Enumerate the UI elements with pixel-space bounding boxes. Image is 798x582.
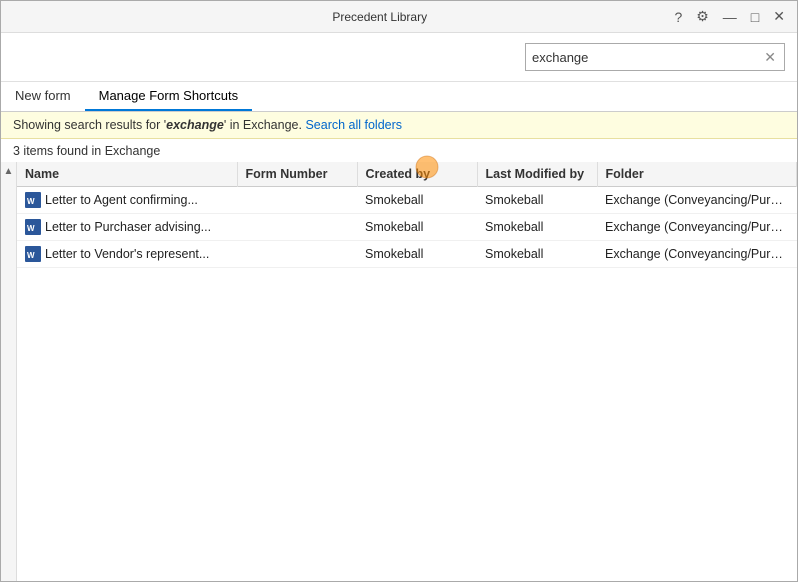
- title-bar: Precedent Library ? ⚙ — □ ✕: [1, 1, 797, 33]
- left-nav: ▲: [1, 162, 17, 581]
- help-icon[interactable]: ?: [670, 7, 686, 27]
- search-input[interactable]: [532, 50, 762, 65]
- word-doc-icon: W: [25, 219, 41, 235]
- cell-name: W Letter to Agent confirming...: [17, 187, 237, 214]
- cell-name: W Letter to Vendor's represent...: [17, 241, 237, 268]
- results-table: Name Form Number Created by Last Modifie…: [17, 162, 797, 268]
- notification-prefix: Showing search results for ': [13, 118, 166, 132]
- col-header-form-number[interactable]: Form Number: [237, 162, 357, 187]
- table-area: Name Form Number Created by Last Modifie…: [17, 162, 797, 581]
- table-row[interactable]: W Letter to Purchaser advising... Smokebal…: [17, 214, 797, 241]
- notification-term: exchange: [166, 118, 224, 132]
- cell-folder: Exchange (Conveyancing/Purch...: [597, 187, 797, 214]
- tab-new-form-label: New form: [15, 88, 71, 103]
- cell-form-number: [237, 214, 357, 241]
- tabs-row: New form Manage Form Shortcuts: [1, 82, 797, 112]
- svg-text:W: W: [27, 224, 35, 233]
- main-window: Precedent Library ? ⚙ — □ ✕ ✕ New form M…: [0, 0, 798, 582]
- maximize-icon[interactable]: □: [747, 7, 763, 27]
- cell-name: W Letter to Purchaser advising...: [17, 214, 237, 241]
- col-header-name[interactable]: Name: [17, 162, 237, 187]
- cell-created-by: Smokeball: [357, 241, 477, 268]
- window-title: Precedent Library: [89, 10, 670, 24]
- close-icon[interactable]: ✕: [769, 6, 789, 27]
- cell-name-text: Letter to Agent confirming...: [45, 193, 198, 207]
- content-area: ▲ Name Form Number Created by Last Modif…: [1, 162, 797, 581]
- col-header-created-by[interactable]: Created by: [357, 162, 477, 187]
- nav-arrow-icon[interactable]: ▲: [4, 166, 14, 177]
- svg-text:W: W: [27, 197, 35, 206]
- cell-last-modified: Smokeball: [477, 241, 597, 268]
- cell-name-text: Letter to Vendor's represent...: [45, 247, 209, 261]
- col-header-last-modified[interactable]: Last Modified by: [477, 162, 597, 187]
- items-count: 3 items found in Exchange: [1, 139, 797, 162]
- svg-text:W: W: [27, 251, 35, 260]
- cell-form-number: [237, 187, 357, 214]
- cell-folder: Exchange (Conveyancing/Purch...: [597, 214, 797, 241]
- table-row[interactable]: W Letter to Agent confirming... SmokeballS…: [17, 187, 797, 214]
- table-header-row: Name Form Number Created by Last Modifie…: [17, 162, 797, 187]
- cell-last-modified: Smokeball: [477, 187, 597, 214]
- word-doc-icon: W: [25, 192, 41, 208]
- search-bar-area: ✕: [1, 33, 797, 82]
- tab-manage-shortcuts-label: Manage Form Shortcuts: [99, 88, 238, 103]
- settings-icon[interactable]: ⚙: [692, 6, 713, 27]
- notification-middle: ' in Exchange.: [224, 118, 302, 132]
- cell-form-number: [237, 241, 357, 268]
- tab-new-form[interactable]: New form: [1, 82, 85, 111]
- search-box: ✕: [525, 43, 785, 71]
- col-header-folder[interactable]: Folder: [597, 162, 797, 187]
- cell-name-text: Letter to Purchaser advising...: [45, 220, 211, 234]
- notification-banner: Showing search results for 'exchange' in…: [1, 112, 797, 139]
- window-controls: ? ⚙ — □ ✕: [670, 6, 789, 27]
- cell-created-by: Smokeball: [357, 187, 477, 214]
- tab-manage-shortcuts[interactable]: Manage Form Shortcuts: [85, 82, 252, 111]
- cell-last-modified: Smokeball: [477, 214, 597, 241]
- word-doc-icon: W: [25, 246, 41, 262]
- cell-folder: Exchange (Conveyancing/Purch...: [597, 241, 797, 268]
- search-all-folders-link[interactable]: Search all folders: [305, 118, 402, 132]
- minimize-icon[interactable]: —: [719, 7, 741, 27]
- search-clear-icon[interactable]: ✕: [762, 49, 778, 66]
- table-row[interactable]: W Letter to Vendor's represent... Smokebal…: [17, 241, 797, 268]
- cell-created-by: Smokeball: [357, 214, 477, 241]
